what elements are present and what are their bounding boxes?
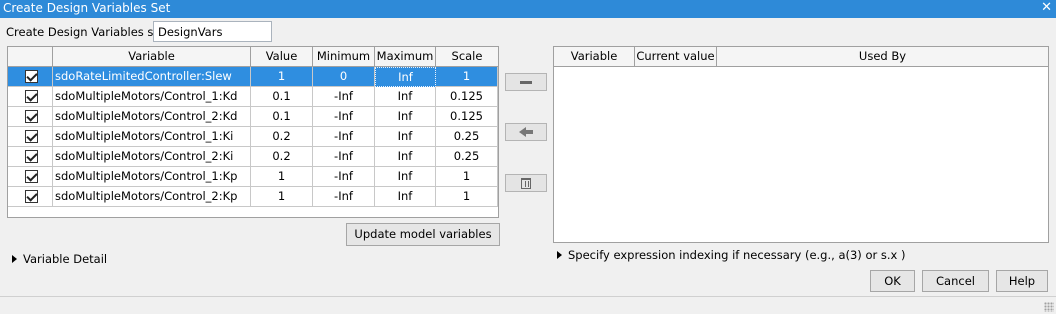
checkbox-cell[interactable] (8, 87, 53, 107)
maximum-cell[interactable]: Inf (375, 147, 436, 167)
checkbox[interactable] (25, 70, 38, 83)
minimum-cell[interactable]: -Inf (313, 127, 375, 147)
header-variable[interactable]: Variable (53, 47, 251, 67)
scale-cell[interactable]: 0.25 (436, 127, 498, 147)
header-minimum[interactable]: Minimum (313, 47, 375, 67)
scale-cell[interactable]: 0.125 (436, 87, 498, 107)
variable-cell[interactable]: sdoMultipleMotors/Control_2:Ki (53, 147, 251, 167)
value-cell[interactable]: 1 (251, 67, 313, 87)
minimum-cell[interactable]: -Inf (313, 107, 375, 127)
checkbox-cell[interactable] (8, 167, 53, 187)
variable-cell[interactable]: sdoMultipleMotors/Control_1:Kd (53, 87, 251, 107)
maximum-cell[interactable]: Inf (375, 187, 436, 207)
variable-cell[interactable]: sdoMultipleMotors/Control_1:Kp (53, 167, 251, 187)
expand-triangle-icon (12, 255, 17, 263)
remove-button[interactable] (505, 73, 547, 91)
maximum-cell[interactable]: Inf (375, 107, 436, 127)
minimum-cell[interactable]: -Inf (313, 187, 375, 207)
status-bar (0, 296, 1056, 314)
window-titlebar: Create Design Variables Set ✕ (0, 0, 1056, 18)
checkbox-cell[interactable] (8, 147, 53, 167)
value-cell[interactable]: 0.1 (251, 87, 313, 107)
checkbox[interactable] (25, 110, 38, 123)
help-button[interactable]: Help (996, 270, 1048, 292)
scale-cell[interactable]: 1 (436, 187, 498, 207)
value-cell[interactable]: 0.1 (251, 107, 313, 127)
maximum-cell[interactable]: Inf (375, 87, 436, 107)
value-cell[interactable]: 0.2 (251, 147, 313, 167)
maximum-cell[interactable]: Inf (375, 167, 436, 187)
trash-icon (521, 178, 531, 189)
variable-cell[interactable]: sdoMultipleMotors/Control_2:Kp (53, 187, 251, 207)
header-current-value[interactable]: Current value (635, 47, 717, 67)
checkbox-cell[interactable] (8, 187, 53, 207)
scale-cell[interactable]: 1 (436, 67, 498, 87)
header-maximum[interactable]: Maximum (375, 47, 436, 67)
update-model-variables-button[interactable]: Update model variables (346, 223, 500, 246)
value-cell[interactable]: 1 (251, 187, 313, 207)
checkbox-cell[interactable] (8, 107, 53, 127)
variable-cell[interactable]: sdoMultipleMotors/Control_1:Ki (53, 127, 251, 147)
scale-cell[interactable]: 1 (436, 167, 498, 187)
checkbox-cell[interactable] (8, 127, 53, 147)
move-left-button[interactable] (505, 123, 547, 141)
expand-triangle-icon (557, 251, 562, 259)
variable-cell[interactable]: sdoMultipleMotors/Control_2:Kd (53, 107, 251, 127)
checkbox[interactable] (25, 130, 38, 143)
minimum-cell[interactable]: -Inf (313, 87, 375, 107)
header-variable[interactable]: Variable (554, 47, 635, 67)
minus-icon (520, 81, 532, 84)
set-name-label: Create Design Variables set: (6, 25, 169, 39)
set-name-input[interactable] (153, 21, 272, 42)
value-cell[interactable]: 0.2 (251, 127, 313, 147)
maximum-cell[interactable]: Inf (375, 67, 436, 87)
delete-button[interactable] (505, 174, 547, 192)
variable-cell[interactable]: sdoRateLimitedController:Slew (53, 67, 251, 87)
minimum-cell[interactable]: -Inf (313, 167, 375, 187)
resize-grip-icon[interactable] (1044, 302, 1054, 312)
design-variables-table: Variable Value Minimum Maximum Scale sdo… (7, 46, 499, 218)
window-title: Create Design Variables Set (3, 1, 171, 15)
close-icon[interactable]: ✕ (1041, 0, 1052, 15)
checkbox[interactable] (25, 150, 38, 163)
variable-detail-toggle[interactable]: Variable Detail (12, 252, 107, 266)
minimum-cell[interactable]: -Inf (313, 147, 375, 167)
header-value[interactable]: Value (251, 47, 313, 67)
checkbox[interactable] (25, 190, 38, 203)
cancel-button[interactable]: Cancel (922, 270, 989, 292)
checkbox[interactable] (25, 170, 38, 183)
model-variables-table: Variable Current value Used By (553, 46, 1049, 243)
minimum-cell[interactable]: 0 (313, 67, 375, 87)
expression-indexing-label: Specify expression indexing if necessary… (568, 248, 906, 262)
scale-cell[interactable]: 0.125 (436, 107, 498, 127)
maximum-cell[interactable]: Inf (375, 127, 436, 147)
header-checkbox-column (8, 47, 53, 67)
variable-detail-label: Variable Detail (23, 252, 108, 266)
ok-button[interactable]: OK (870, 270, 915, 292)
header-scale[interactable]: Scale (436, 47, 498, 67)
expression-indexing-toggle[interactable]: Specify expression indexing if necessary… (557, 248, 905, 262)
value-cell[interactable]: 1 (251, 167, 313, 187)
header-used-by[interactable]: Used By (717, 47, 1048, 67)
checkbox[interactable] (25, 90, 38, 103)
checkbox-cell[interactable] (8, 67, 53, 87)
scale-cell[interactable]: 0.25 (436, 147, 498, 167)
